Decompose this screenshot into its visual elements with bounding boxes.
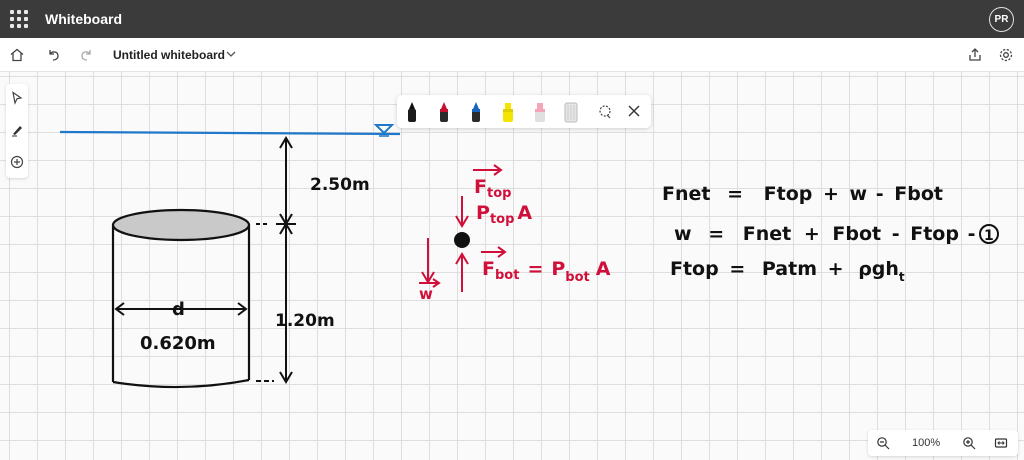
- pink-highlighter-icon[interactable]: [533, 101, 547, 123]
- black-pen-icon[interactable]: [405, 101, 419, 123]
- add-icon[interactable]: [9, 154, 25, 170]
- yellow-highlighter-icon[interactable]: [501, 101, 515, 123]
- fit-to-screen-icon[interactable]: [994, 436, 1008, 450]
- left-tool-rail: [6, 84, 28, 178]
- pointer-icon[interactable]: [9, 90, 25, 106]
- zoom-in-icon[interactable]: [962, 436, 976, 450]
- lasso-icon[interactable]: [597, 104, 611, 126]
- document-title[interactable]: Untitled whiteboard: [113, 48, 225, 62]
- zoom-out-icon[interactable]: [876, 436, 890, 450]
- whiteboard-toolbar: Untitled whiteboard: [0, 38, 1024, 72]
- chevron-down-icon[interactable]: [224, 47, 238, 61]
- home-icon[interactable]: [8, 46, 26, 64]
- whiteboard-canvas[interactable]: [0, 72, 1024, 460]
- red-pen-icon[interactable]: [437, 101, 451, 123]
- app-title: Whiteboard: [45, 11, 122, 27]
- app-header: Whiteboard PR: [0, 0, 1024, 38]
- settings-gear-icon[interactable]: [997, 46, 1015, 64]
- undo-icon[interactable]: [45, 46, 63, 64]
- app-launcher-icon[interactable]: [10, 10, 28, 28]
- close-icon[interactable]: [627, 104, 641, 126]
- pen-icon[interactable]: [9, 122, 25, 138]
- redo-icon[interactable]: [77, 46, 95, 64]
- share-icon[interactable]: [966, 46, 984, 64]
- blue-pen-icon[interactable]: [469, 101, 483, 123]
- pen-palette: [397, 95, 651, 128]
- avatar[interactable]: PR: [989, 7, 1014, 32]
- eraser-icon[interactable]: [563, 101, 578, 123]
- zoom-level: 100%: [912, 437, 941, 449]
- zoom-controls: 100%: [868, 430, 1018, 456]
